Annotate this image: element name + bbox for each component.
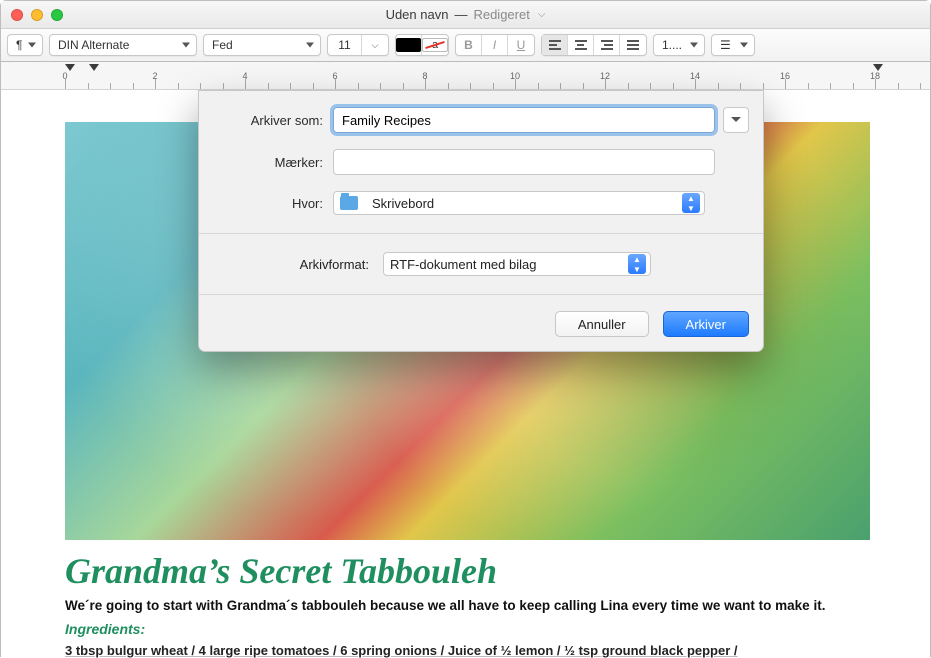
alignment-group — [541, 34, 647, 56]
italic-button[interactable]: I — [482, 35, 508, 55]
window-edited-label: Redigeret — [473, 7, 529, 22]
where-combo[interactable]: Skrivebord ▲▼ — [333, 191, 705, 215]
cancel-button[interactable]: Annuller — [555, 311, 649, 337]
document-paragraph[interactable]: We´re going to start with Grandma´s tabb… — [65, 598, 870, 613]
right-indent-marker[interactable] — [873, 64, 883, 71]
font-weight-combo[interactable]: Fed — [203, 34, 321, 56]
highlight-color-button[interactable]: a — [422, 35, 448, 55]
bold-button[interactable]: B — [456, 35, 482, 55]
tags-input[interactable] — [333, 149, 715, 175]
list-style-combo[interactable]: ☰ — [711, 34, 755, 56]
document-headline[interactable]: Grandma’s Secret Tabbouleh — [65, 550, 870, 592]
tags-label: Mærker: — [213, 155, 333, 170]
color-controls: a — [395, 34, 449, 56]
align-right-icon — [601, 40, 613, 50]
minimize-window-button[interactable] — [31, 9, 43, 21]
ingredients-line[interactable]: 3 tbsp bulgur wheat / 4 large ripe tomat… — [65, 643, 870, 658]
align-center-button[interactable] — [568, 35, 594, 55]
format-stepper[interactable]: ▲▼ — [628, 254, 646, 274]
ruler-number: 14 — [690, 71, 700, 81]
bold-icon: B — [464, 38, 473, 52]
ruler-number: 2 — [152, 71, 157, 81]
ruler-number: 6 — [332, 71, 337, 81]
align-center-icon — [575, 40, 587, 50]
save-button[interactable]: Arkiver — [663, 311, 749, 337]
save-as-label: Arkiver som: — [213, 113, 333, 128]
ruler-number: 10 — [510, 71, 520, 81]
font-size-stepper[interactable]: ⌵ — [362, 35, 388, 55]
title-separator: — — [454, 7, 467, 22]
font-size-control[interactable]: 11 ⌵ — [327, 34, 389, 56]
file-format-combo[interactable]: RTF-dokument med bilag ▲▼ — [383, 252, 651, 276]
align-right-button[interactable] — [594, 35, 620, 55]
window-title[interactable]: Uden navn — Redigeret ⌵ — [386, 7, 546, 22]
zoom-window-button[interactable] — [51, 9, 63, 21]
text-color-button[interactable] — [396, 35, 422, 55]
font-family-value: DIN Alternate — [58, 38, 129, 52]
save-as-input[interactable] — [333, 107, 715, 133]
where-label: Hvor: — [213, 196, 333, 211]
window-controls — [11, 9, 63, 21]
where-value: Skrivebord — [372, 196, 434, 211]
ruler-number: 8 — [422, 71, 427, 81]
ruler-number: 12 — [600, 71, 610, 81]
ruler-number: 4 — [242, 71, 247, 81]
italic-icon: I — [493, 38, 496, 52]
window-title-text: Uden navn — [386, 7, 449, 22]
where-stepper[interactable]: ▲▼ — [682, 193, 700, 213]
file-format-value: RTF-dokument med bilag — [390, 257, 536, 272]
text-color-swatch — [396, 38, 421, 52]
sheet-button-row: Annuller Arkiver — [199, 299, 763, 351]
underline-button[interactable]: U — [508, 35, 534, 55]
align-justify-button[interactable] — [620, 35, 646, 55]
font-size-value[interactable]: 11 — [328, 35, 362, 55]
sheet-separator — [199, 233, 763, 234]
expand-sheet-button[interactable] — [723, 107, 749, 133]
sheet-separator-2 — [199, 294, 763, 295]
underline-icon: U — [517, 38, 526, 52]
save-sheet: Arkiver som: Mærker: Hvor: Skrivebord ▲▼… — [198, 90, 764, 352]
ruler[interactable]: 0 2 4 6 8 10 12 14 16 18 — [1, 62, 930, 90]
ruler-number: 18 — [870, 71, 880, 81]
format-toolbar: ¶ DIN Alternate Fed 11 ⌵ a B I U 1.... ☰ — [1, 29, 930, 62]
paragraph-style-combo[interactable]: ¶ — [7, 34, 43, 56]
line-spacing-value: 1.... — [662, 38, 682, 52]
titlebar: Uden navn — Redigeret ⌵ — [1, 1, 930, 29]
font-family-combo[interactable]: DIN Alternate — [49, 34, 197, 56]
text-style-group: B I U — [455, 34, 535, 56]
line-spacing-combo[interactable]: 1.... — [653, 34, 705, 56]
list-style-icon: ☰ — [720, 38, 731, 52]
format-label: Arkivformat: — [213, 257, 379, 272]
align-left-icon — [549, 40, 561, 50]
ingredients-heading[interactable]: Ingredients: — [65, 621, 870, 637]
ruler-number: 0 — [62, 71, 67, 81]
highlight-none-icon: a — [422, 38, 448, 52]
left-indent-marker[interactable] — [89, 64, 99, 71]
first-line-indent-marker[interactable] — [65, 64, 75, 71]
chevron-down-icon[interactable]: ⌵ — [538, 9, 546, 20]
pilcrow-icon: ¶ — [16, 38, 22, 52]
ruler-number: 16 — [780, 71, 790, 81]
close-window-button[interactable] — [11, 9, 23, 21]
align-left-button[interactable] — [542, 35, 568, 55]
align-justify-icon — [627, 40, 639, 50]
folder-icon — [340, 196, 358, 210]
font-weight-value: Fed — [212, 38, 233, 52]
chevron-down-icon — [730, 114, 742, 126]
